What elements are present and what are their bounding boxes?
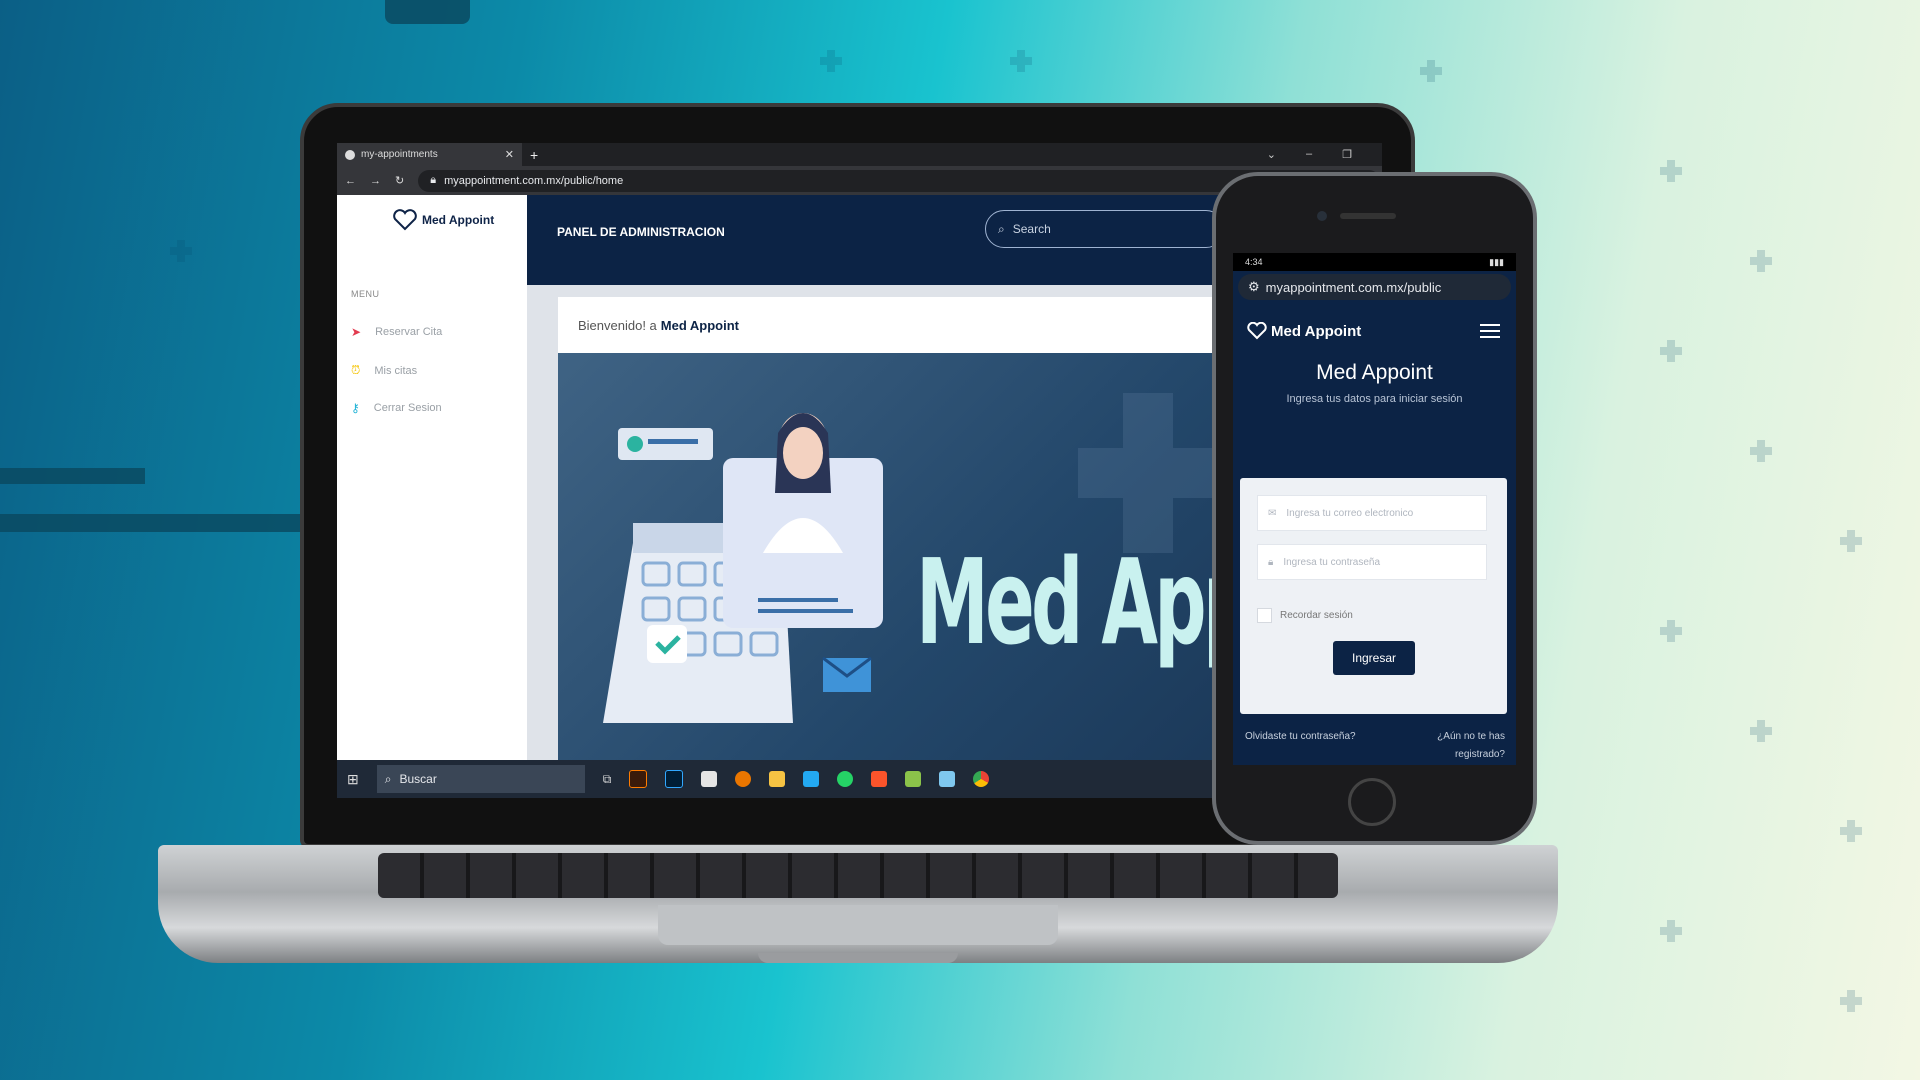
url-text: myappointment.com.mx/public/home bbox=[444, 174, 624, 187]
clock-icon: ⏰︎ bbox=[351, 363, 361, 377]
phone-logo-text: Med Appoint bbox=[1271, 322, 1362, 340]
envelope-icon: ✉ bbox=[1268, 507, 1277, 519]
paper-plane-icon: ➤ bbox=[351, 325, 362, 339]
chevron-down-icon[interactable]: ⌄ bbox=[1267, 148, 1276, 161]
site-settings-icon: ⚙︎ bbox=[1248, 279, 1260, 294]
vscode-icon[interactable] bbox=[803, 771, 820, 787]
taskbar-search[interactable]: ⌕ Buscar bbox=[376, 765, 585, 793]
welcome-name: Med Appoint bbox=[660, 317, 740, 333]
search-placeholder: Search bbox=[1012, 222, 1051, 236]
tab-title: my-appointments bbox=[361, 149, 438, 160]
search-field[interactable]: ⌕ Search bbox=[985, 210, 1225, 248]
illustrator-icon[interactable] bbox=[629, 770, 648, 788]
window-controls: ⌄ – ❐ bbox=[1267, 148, 1382, 161]
photoshop-icon[interactable] bbox=[665, 770, 684, 788]
hamburger-menu-icon[interactable] bbox=[1480, 324, 1500, 338]
sidebar-item-reservar-cita[interactable]: ➤ Reservar Cita bbox=[351, 325, 442, 339]
sidebar-item-label: Reservar Cita bbox=[375, 326, 443, 338]
lock-icon: 🔒︎ bbox=[430, 174, 437, 186]
minimize-icon[interactable]: – bbox=[1306, 148, 1312, 161]
phone-speaker bbox=[1340, 213, 1396, 219]
search-icon: ⌕ bbox=[998, 221, 1005, 236]
file-explorer-icon[interactable] bbox=[769, 771, 786, 787]
app-logo-text: Med Appoint bbox=[422, 213, 495, 227]
status-time: 4:34 bbox=[1245, 257, 1263, 267]
welcome-card: Bienvenido! a Med Appoint Med Ap bbox=[558, 297, 1258, 763]
login-button[interactable]: Ingresar bbox=[1333, 641, 1415, 675]
search-icon: ⌕ bbox=[384, 771, 392, 786]
heart-stethoscope-icon bbox=[393, 209, 417, 231]
laptop-base bbox=[158, 845, 1558, 963]
welcome-header: Bienvenido! a Med Appoint bbox=[558, 297, 1258, 354]
task-view-icon[interactable]: ⧉ bbox=[603, 772, 612, 787]
forward-icon[interactable]: → bbox=[370, 175, 381, 187]
phone-logo[interactable]: Med Appoint bbox=[1247, 322, 1361, 340]
browser-tab[interactable]: my-appointments ✕ bbox=[337, 143, 522, 166]
unity-icon[interactable] bbox=[701, 771, 718, 787]
chrome-icon[interactable] bbox=[973, 771, 990, 787]
remember-checkbox[interactable]: Recordar sesión bbox=[1257, 608, 1353, 623]
key-icon: ⚷ bbox=[351, 401, 360, 415]
back-icon[interactable]: ← bbox=[345, 175, 356, 187]
laptop-trackpad bbox=[658, 905, 1058, 945]
battery-icon: ▮▮▮ bbox=[1489, 256, 1504, 267]
medical-cross-icon bbox=[1078, 393, 1218, 553]
phone-home-button[interactable] bbox=[1348, 778, 1396, 826]
sidebar-item-label: Cerrar Sesion bbox=[373, 402, 442, 414]
close-tab-icon[interactable]: ✕ bbox=[505, 148, 514, 161]
phone-url-bar[interactable]: ⚙︎ myappointment.com.mx/public bbox=[1238, 274, 1511, 300]
forgot-password-link[interactable]: Olvidaste tu contraseña? bbox=[1245, 728, 1356, 764]
hero-title: Med Appo bbox=[916, 533, 1258, 671]
taskbar-search-label: Buscar bbox=[399, 772, 437, 786]
reload-icon[interactable]: ↻ bbox=[395, 174, 404, 187]
phone-navbar: Med Appoint bbox=[1233, 303, 1516, 359]
panel-title: PANEL DE ADMINISTRACION bbox=[557, 225, 725, 239]
login-footer: Olvidaste tu contraseña? ¿Aún no te has … bbox=[1245, 728, 1505, 764]
phone-status-bar: 4:34 ▮▮▮ bbox=[1233, 253, 1516, 271]
sidebar-item-label: Mis citas bbox=[374, 364, 418, 377]
browser-tab-bar: my-appointments ✕ + ⌄ – ❐ bbox=[337, 143, 1382, 166]
email-field[interactable]: ✉ Ingresa tu correo electronico bbox=[1257, 495, 1487, 531]
whatsapp-icon[interactable] bbox=[837, 771, 854, 787]
laptop-keyboard bbox=[378, 853, 1338, 898]
sidebar: Med Appoint MENU ➤ Reservar Cita ⏰︎ Mis … bbox=[337, 195, 527, 760]
login-subtitle: Ingresa tus datos para iniciar sesión bbox=[1286, 393, 1463, 405]
store-icon[interactable] bbox=[905, 771, 922, 787]
hero-banner: Med Appo bbox=[558, 353, 1258, 763]
login-title: Med Appoint bbox=[1316, 361, 1433, 384]
notepad-icon[interactable] bbox=[939, 771, 956, 787]
restore-icon[interactable]: ❐ bbox=[1342, 148, 1352, 161]
menu-title: MENU bbox=[351, 289, 380, 299]
lock-icon: 🔒︎ bbox=[1268, 556, 1274, 568]
email-placeholder: Ingresa tu correo electronico bbox=[1286, 507, 1414, 519]
calendar-illustration bbox=[603, 413, 883, 723]
welcome-prefix: Bienvenido! a bbox=[578, 317, 657, 333]
password-placeholder: Ingresa tu contraseña bbox=[1283, 556, 1381, 568]
phone-camera bbox=[1317, 211, 1327, 221]
laptop-notch bbox=[758, 953, 958, 963]
sidebar-item-cerrar-sesion[interactable]: ⚷ Cerrar Sesion bbox=[351, 401, 442, 415]
windows-start-icon[interactable]: ⊞ bbox=[347, 771, 359, 788]
register-link[interactable]: ¿Aún no te has registrado? bbox=[1425, 728, 1505, 764]
password-field[interactable]: 🔒︎ Ingresa tu contraseña bbox=[1257, 544, 1487, 580]
new-tab-icon[interactable]: + bbox=[530, 147, 538, 163]
brave-icon[interactable] bbox=[871, 771, 888, 787]
remember-label: Recordar sesión bbox=[1280, 610, 1353, 621]
checkbox-box[interactable] bbox=[1257, 608, 1272, 623]
heart-stethoscope-icon bbox=[1247, 322, 1267, 340]
tab-favicon-icon bbox=[345, 149, 355, 160]
blender-icon[interactable] bbox=[735, 771, 752, 787]
login-form: ✉ Ingresa tu correo electronico 🔒︎ Ingre… bbox=[1240, 478, 1507, 714]
app-logo[interactable]: Med Appoint bbox=[392, 209, 494, 231]
phone-url-text: myappointment.com.mx/public bbox=[1265, 279, 1442, 295]
phone-screen: 4:34 ▮▮▮ ⚙︎ myappointment.com.mx/public … bbox=[1233, 253, 1516, 765]
sidebar-item-mis-citas[interactable]: ⏰︎ Mis citas bbox=[351, 363, 417, 378]
